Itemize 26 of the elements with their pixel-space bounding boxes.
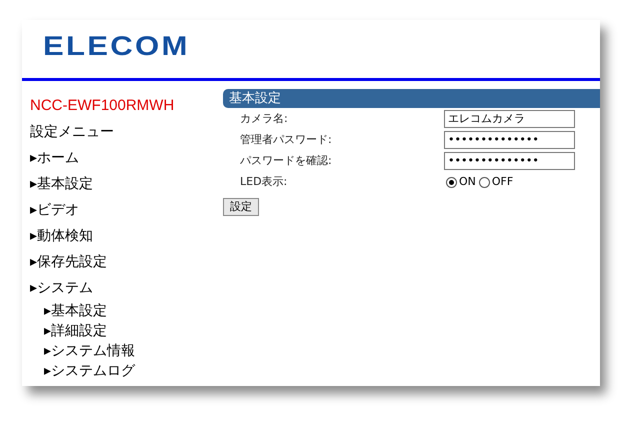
input-field[interactable]: エレコムカメラ xyxy=(444,110,575,128)
radio-label: ON xyxy=(459,174,476,190)
input-field[interactable]: •••••••••••••• xyxy=(444,131,575,149)
field-label: 管理者パスワード: xyxy=(240,132,333,148)
submit-button[interactable]: 設定 xyxy=(223,198,259,216)
menu-item[interactable]: ▸動体検知 xyxy=(30,223,223,249)
section-header: 基本設定 xyxy=(223,89,600,108)
input-field[interactable]: •••••••••••••• xyxy=(444,152,575,170)
menu-item[interactable]: ▸システム情報 xyxy=(30,341,223,361)
menu-item[interactable]: ▸システム xyxy=(30,275,223,301)
logo: ELECOM xyxy=(43,30,190,63)
menu-item[interactable]: ▸ホーム xyxy=(30,145,223,171)
radio-button[interactable] xyxy=(446,176,457,188)
field-label: LED表示: xyxy=(240,174,288,190)
menu-item[interactable]: ▸基本設定 xyxy=(30,301,223,321)
field-label: カメラ名: xyxy=(240,110,289,127)
radio-label: OFF xyxy=(492,174,514,190)
model-name: NCC-EWF100RMWH xyxy=(30,96,176,116)
menu-item[interactable]: ▸保存先設定 xyxy=(30,249,223,275)
menu-item[interactable]: ▸基本設定 xyxy=(30,171,223,197)
menu-item[interactable]: ▸詳細設定 xyxy=(30,321,223,341)
menu-item[interactable]: ▸ビデオ xyxy=(30,197,223,223)
menu-title: 設定メニュー xyxy=(30,123,115,142)
menu-item[interactable]: ▸システムログ xyxy=(30,361,223,381)
field-label: パスワードを確認: xyxy=(240,152,333,169)
radio-button[interactable] xyxy=(478,176,490,188)
